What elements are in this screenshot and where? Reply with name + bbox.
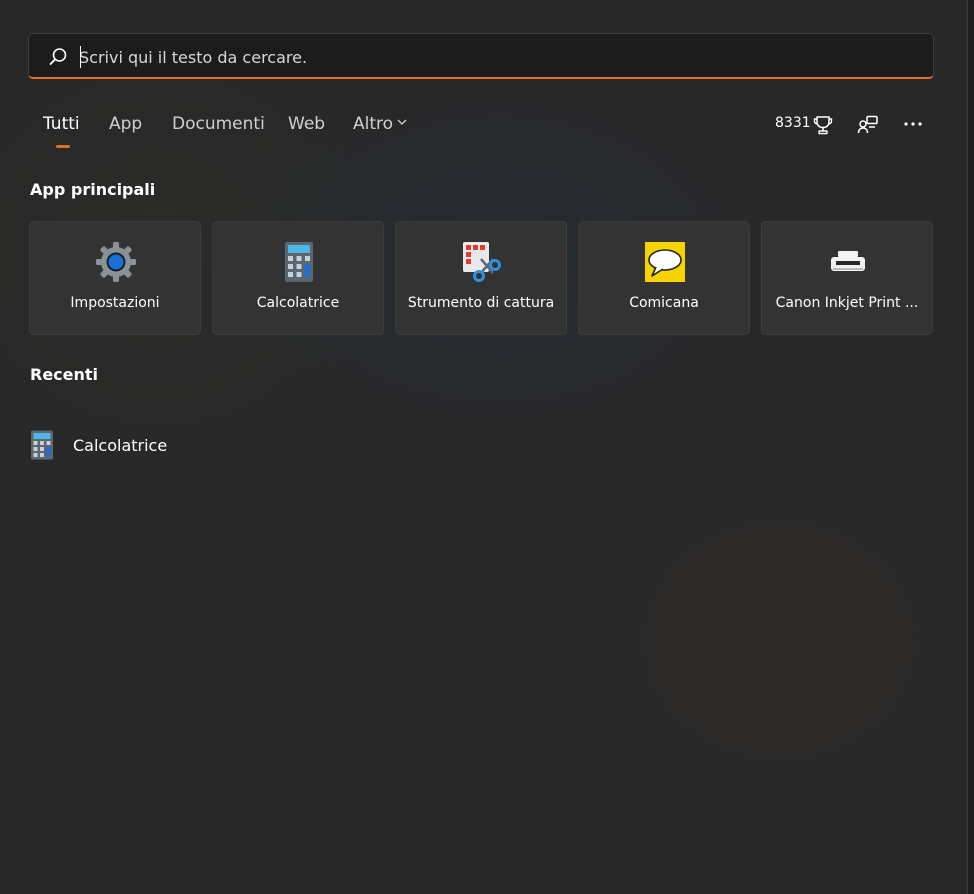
app-tile-strumento-di-cattura[interactable]: Strumento di cattura [395,221,567,335]
printer-icon [831,251,865,271]
app-tile-calcolatrice[interactable]: Calcolatrice [212,221,384,335]
window-edge [967,0,974,894]
tab-label: Tutti [43,114,80,134]
app-tile-impostazioni[interactable]: Impostazioni [29,221,201,335]
gear-icon [96,242,136,282]
search-icon [49,48,67,65]
text-caret [80,46,81,68]
share-devices-icon[interactable] [857,114,879,136]
recent-item-label: Calcolatrice [73,436,168,455]
tab-label: Web [288,114,326,134]
tab-label: Altro [353,114,394,134]
top-apps-title: App principali [30,180,156,199]
app-tile-comicana[interactable]: Comicana [578,221,750,335]
calculator-icon [31,430,53,460]
tab-label: Documenti [172,114,265,134]
speech-bubble-icon [645,242,685,282]
more-options-icon[interactable] [903,120,923,128]
app-tile-label: Impostazioni [70,295,160,311]
calculator-icon [285,242,313,282]
snipping-tool-icon [463,242,501,282]
tab-altro[interactable]: Altro [353,114,407,134]
app-tile-label: Comicana [629,295,699,311]
search-input[interactable] [79,42,899,72]
chevron-down-icon [397,119,407,125]
recent-item-calcolatrice[interactable]: Calcolatrice [20,424,320,466]
tab-app[interactable]: App [109,114,142,134]
rewards-points[interactable]: 8331 [775,115,811,131]
app-tile-label: Canon Inkjet Print ... [775,295,919,311]
tab-documenti[interactable]: Documenti [172,114,265,134]
app-tile-label: Strumento di cattura [407,295,555,311]
recent-title: Recenti [30,365,99,384]
search-box[interactable] [28,33,934,79]
app-tile-canon-inkjet[interactable]: Canon Inkjet Print ... [761,221,933,335]
tab-tutti[interactable]: Tutti [43,114,80,134]
active-tab-indicator [56,145,70,148]
trophy-icon[interactable] [812,114,834,136]
app-tile-label: Calcolatrice [256,295,340,311]
tab-web[interactable]: Web [288,114,325,134]
tab-label: App [109,114,143,134]
